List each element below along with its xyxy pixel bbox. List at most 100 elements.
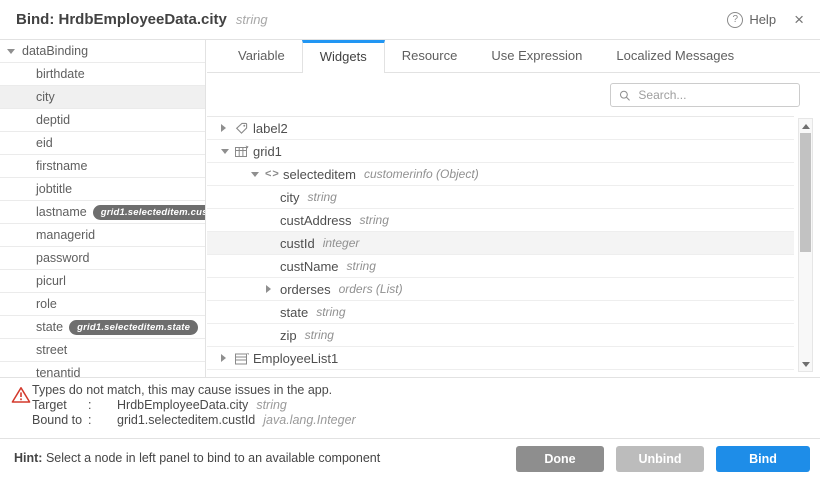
help-label: Help xyxy=(749,12,776,27)
sidebar-item-password[interactable]: password xyxy=(0,247,205,270)
sidebar-item-firstname[interactable]: firstname xyxy=(0,155,205,178)
sidebar-item-state[interactable]: stategrid1.selecteditem.state xyxy=(0,316,205,339)
scrollbar[interactable] xyxy=(798,118,813,372)
tree-node-label: city xyxy=(280,190,300,205)
tree-node-zip[interactable]: zipstring xyxy=(207,324,794,347)
tree-node-label: custId xyxy=(280,236,315,251)
sidebar-item-label: role xyxy=(36,297,57,311)
sidebar-item-role[interactable]: role xyxy=(0,293,205,316)
sidebar-item-label: deptid xyxy=(36,113,70,127)
chevron-right-icon[interactable] xyxy=(221,124,226,132)
tree-node-label: custAddress xyxy=(280,213,352,228)
tree-node-label: EmployeeList1 xyxy=(253,351,338,366)
sidebar-item-birthdate[interactable]: birthdate xyxy=(0,63,205,86)
bound-value: grid1.selecteditem.custId xyxy=(117,413,255,428)
footer-bar: Hint: Select a node in left panel to bin… xyxy=(0,438,820,488)
dialog-header: Bind: HrdbEmployeeData.citystring ? Help… xyxy=(0,0,820,40)
scroll-down-arrow-icon[interactable] xyxy=(799,357,812,371)
tab-use-expression[interactable]: Use Expression xyxy=(474,40,599,72)
sidebar-item-eid[interactable]: eid xyxy=(0,132,205,155)
unbind-button[interactable]: Unbind xyxy=(616,446,704,472)
tab-localized-messages[interactable]: Localized Messages xyxy=(599,40,751,72)
tree-node-label2[interactable]: label2 xyxy=(207,117,794,140)
binding-badge: grid1.selecteditem.custName xyxy=(93,205,205,220)
close-icon[interactable]: × xyxy=(794,11,804,28)
chevron-down-icon[interactable] xyxy=(221,149,229,154)
tree-node-orderses[interactable]: ordersesorders (List) xyxy=(207,278,794,301)
chevron-right-icon[interactable] xyxy=(266,285,271,293)
colon: : xyxy=(88,398,117,413)
search-input[interactable] xyxy=(636,87,791,103)
list-icon xyxy=(235,352,253,365)
bound-type: java.lang.Integer xyxy=(263,413,355,428)
target-type: string xyxy=(256,398,287,413)
tree-node-custaddress[interactable]: custAddress string xyxy=(207,209,794,232)
sidebar-item-lastname[interactable]: lastname grid1.selecteditem.custName xyxy=(0,201,205,224)
sidebar-item-street[interactable]: street xyxy=(0,339,205,362)
done-button[interactable]: Done xyxy=(516,446,604,472)
tree-node-selecteditem[interactable]: <>selecteditemcustomerinfo (Object) xyxy=(207,163,794,186)
dialog-title-wrap: Bind: HrdbEmployeeData.citystring xyxy=(16,11,268,29)
tab-widgets[interactable]: Widgets xyxy=(302,40,385,73)
tree-node-label: custName xyxy=(280,259,339,274)
tree-node-employeelist1[interactable]: EmployeeList1 xyxy=(207,347,794,370)
search-box[interactable] xyxy=(610,83,800,107)
warning-triangle-icon xyxy=(11,386,31,403)
sidebar-item-picurl[interactable]: picurl xyxy=(0,270,205,293)
scroll-up-arrow-icon[interactable] xyxy=(799,119,812,133)
tree-node-custname[interactable]: custNamestring xyxy=(207,255,794,278)
widget-tree: label2grid1<>selecteditemcustomerinfo (O… xyxy=(207,116,794,377)
binding-badge: grid1.selecteditem.state xyxy=(69,320,198,335)
dialog-title-type: string xyxy=(236,12,268,27)
sidebar-item-city[interactable]: city xyxy=(0,86,205,109)
tree-node-grid1[interactable]: grid1 xyxy=(207,140,794,163)
tree-node-type: string xyxy=(360,213,389,227)
sidebar-item-managerid[interactable]: managerid xyxy=(0,224,205,247)
sidebar-item-label: street xyxy=(36,343,67,357)
arrow-slot xyxy=(221,149,235,154)
sidebar-item-list: birthdatecitydeptideidfirstnamejobtitlel… xyxy=(0,63,205,377)
arrow-slot xyxy=(221,124,235,132)
search-icon xyxy=(619,89,630,102)
sidebar-item-deptid[interactable]: deptid xyxy=(0,109,205,132)
sidebar-item-tenantid[interactable]: tenantid xyxy=(0,362,205,377)
arrow-slot xyxy=(251,172,265,177)
warning-target-row: Target : HrdbEmployeeData.city string xyxy=(32,398,820,413)
warning-message: Types do not match, this may cause issue… xyxy=(32,383,820,398)
action-buttons: Done Unbind Bind xyxy=(516,446,810,472)
bind-source-panel: VariableWidgetsResourceUse ExpressionLoc… xyxy=(207,40,820,377)
chevron-down-icon[interactable] xyxy=(7,49,22,54)
sidebar-item-label: eid xyxy=(36,136,53,150)
hint-text: Hint: Select a node in left panel to bin… xyxy=(14,446,380,465)
tag-icon xyxy=(235,122,253,135)
sidebar-item-label: city xyxy=(36,90,55,104)
sidebar-item-label: lastname xyxy=(36,205,87,219)
hint-body: Select a node in left panel to bind to a… xyxy=(42,451,380,465)
scrollbar-thumb[interactable] xyxy=(800,133,811,252)
tree-node-type: string xyxy=(316,305,345,319)
tab-variable[interactable]: Variable xyxy=(221,40,302,72)
tree-node-type: integer xyxy=(323,236,360,250)
tab-bar: VariableWidgetsResourceUse ExpressionLoc… xyxy=(207,40,820,73)
bind-button[interactable]: Bind xyxy=(716,446,810,472)
tree-node-type: customerinfo (Object) xyxy=(364,167,479,181)
tab-resource[interactable]: Resource xyxy=(385,40,475,72)
arrow-slot xyxy=(221,354,235,362)
help-icon: ? xyxy=(727,12,743,28)
target-value: HrdbEmployeeData.city xyxy=(117,398,248,413)
tree-node-label: state xyxy=(280,305,308,320)
tree-node-state[interactable]: state string xyxy=(207,301,794,324)
sidebar-item-label: birthdate xyxy=(36,67,85,81)
tree-node-label: zip xyxy=(280,328,297,343)
sidebar-item-jobtitle[interactable]: jobtitle xyxy=(0,178,205,201)
sidebar-item-label: picurl xyxy=(36,274,66,288)
sidebar-root-databinding[interactable]: dataBinding xyxy=(0,40,205,63)
colon: : xyxy=(88,413,117,428)
chevron-down-icon[interactable] xyxy=(251,172,259,177)
sidebar-item-label: tenantid xyxy=(36,366,80,377)
tree-node-city[interactable]: citystring xyxy=(207,186,794,209)
chevron-right-icon[interactable] xyxy=(221,354,226,362)
help-button[interactable]: ? Help xyxy=(727,12,776,28)
tree-node-custid[interactable]: custId integer xyxy=(207,232,794,255)
search-row xyxy=(207,73,820,116)
